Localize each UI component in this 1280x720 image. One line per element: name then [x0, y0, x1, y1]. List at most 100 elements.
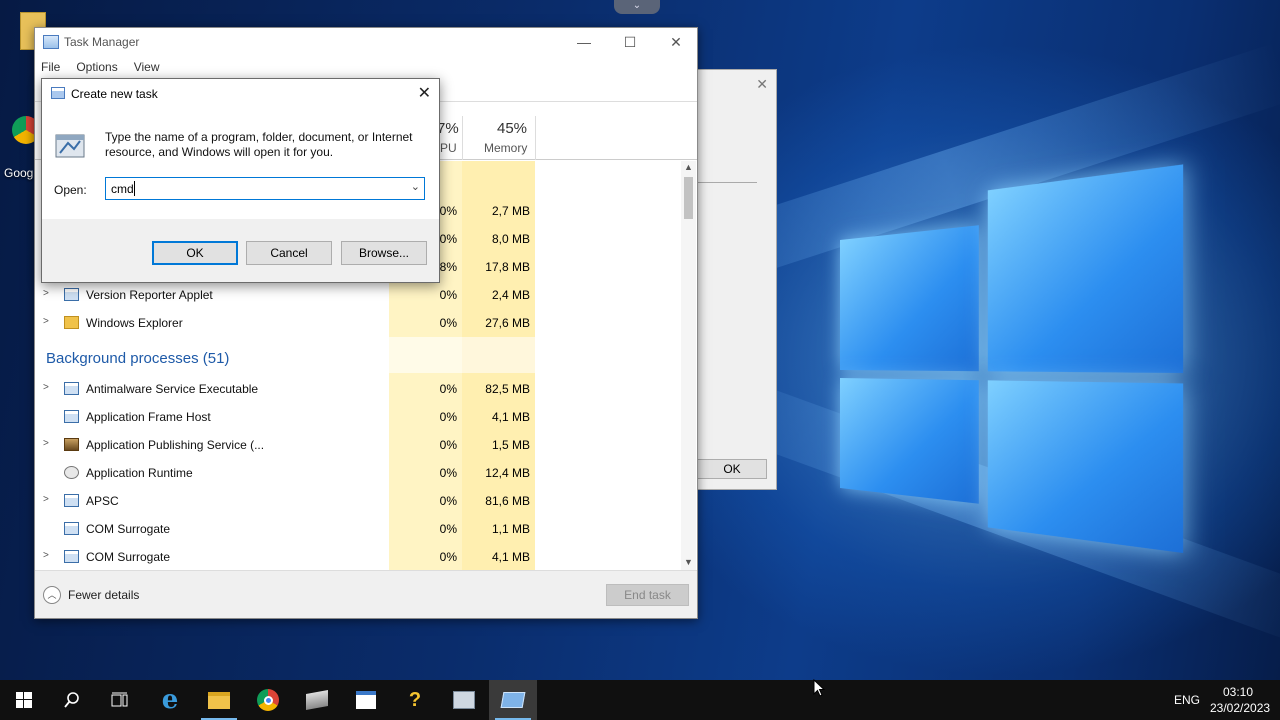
task-manager-taskbar-button[interactable] — [489, 680, 537, 720]
notepad-icon — [356, 691, 376, 709]
open-input-value[interactable]: cmd — [111, 182, 134, 196]
process-icon — [64, 382, 79, 395]
run-icon — [51, 87, 65, 99]
table-row[interactable]: > COM Surrogate 0% 4,1 MB — [35, 543, 683, 570]
memory-value: 81,6 MB — [462, 494, 530, 508]
table-row[interactable]: > Application Publishing Service (... 0%… — [35, 431, 683, 459]
memory-value: 8,0 MB — [462, 232, 530, 246]
ok-button[interactable]: OK — [697, 459, 767, 479]
task-manager-icon — [43, 35, 59, 49]
process-icon — [64, 522, 79, 535]
process-icon — [64, 494, 79, 507]
connection-bar-chevron-icon[interactable]: ⌄ — [614, 0, 660, 14]
notepad-button[interactable] — [342, 680, 390, 720]
file-explorer-icon — [208, 692, 230, 709]
process-icon — [64, 410, 79, 423]
menu-file[interactable]: File — [41, 56, 68, 78]
expand-chevron-icon[interactable]: > — [43, 550, 49, 561]
edge-icon: e — [162, 685, 179, 715]
browse-button[interactable]: Browse... — [341, 241, 427, 265]
close-icon[interactable]: ✕ — [418, 83, 431, 103]
memory-value: 12,4 MB — [462, 466, 530, 480]
memory-column-percent[interactable]: 45% — [497, 120, 527, 137]
table-row[interactable]: > Antimalware Service Executable 0% 82,5… — [35, 375, 683, 403]
process-name: COM Surrogate — [86, 522, 170, 536]
maximize-button[interactable]: ☐ — [607, 30, 653, 54]
minimize-button[interactable]: — — [561, 30, 607, 54]
process-name: Application Publishing Service (... — [86, 438, 264, 452]
applet-icon — [64, 288, 79, 301]
cpu-value: 0% — [389, 316, 457, 330]
start-button[interactable] — [0, 680, 48, 720]
open-combobox[interactable]: cmd ⌄ — [105, 177, 425, 200]
cpu-column-label[interactable]: PU — [440, 141, 457, 155]
process-name: Application Frame Host — [86, 410, 211, 424]
mouse-cursor-icon — [813, 679, 825, 697]
table-row[interactable]: > Windows Explorer 0% 27,6 MB — [35, 309, 683, 337]
help-button[interactable]: ? — [391, 680, 439, 720]
desktop-folder-icon[interactable] — [0, 12, 30, 52]
memory-value: 17,8 MB — [462, 260, 530, 274]
scrollbar-thumb[interactable] — [684, 177, 693, 219]
expand-chevron-icon[interactable]: > — [43, 316, 49, 327]
end-task-button[interactable]: End task — [606, 584, 689, 606]
language-indicator[interactable]: ENG — [1174, 693, 1200, 707]
expand-chevron-icon[interactable]: > — [43, 494, 49, 505]
start-icon — [16, 692, 32, 708]
expand-chevron-icon[interactable]: > — [43, 382, 49, 393]
dialog-title-bar[interactable]: Create new task ✕ — [42, 79, 439, 109]
file-explorer-button[interactable] — [195, 680, 243, 720]
chevron-down-icon[interactable]: ⌄ — [411, 180, 420, 193]
text-caret — [134, 181, 135, 196]
scroll-down-icon[interactable]: ▼ — [683, 557, 694, 569]
dialog-title: Create new task — [71, 87, 158, 101]
expand-chevron-icon[interactable]: > — [43, 438, 49, 449]
close-icon[interactable]: ✕ — [756, 76, 768, 93]
table-row[interactable]: > Version Reporter Applet 0% 2,4 MB — [35, 281, 683, 309]
menu-view[interactable]: View — [134, 56, 168, 78]
group-header-row: Background processes (51) — [35, 337, 683, 373]
cpu-value: 0% — [389, 288, 457, 302]
table-row[interactable]: Application Runtime 0% 12,4 MB — [35, 459, 683, 487]
menu-bar: File Options View — [35, 56, 697, 78]
control-panel-icon — [453, 691, 475, 709]
search-button[interactable] — [48, 680, 96, 720]
edge-button[interactable]: e — [146, 680, 194, 720]
cpu-value: 0% — [389, 382, 457, 396]
process-icon — [64, 550, 79, 563]
open-label: Open: — [54, 183, 87, 197]
process-name: Application Runtime — [86, 466, 193, 480]
memory-value: 1,5 MB — [462, 438, 530, 452]
task-view-button[interactable] — [96, 680, 144, 720]
menu-options[interactable]: Options — [76, 56, 125, 78]
table-row[interactable]: > APSC 0% 81,6 MB — [35, 487, 683, 515]
cancel-button[interactable]: Cancel — [246, 241, 332, 265]
fewer-details-button[interactable]: Fewer details — [68, 588, 139, 602]
windows-logo — [840, 164, 1186, 556]
expand-chevron-icon[interactable]: > — [43, 288, 49, 299]
close-button[interactable]: ✕ — [653, 30, 699, 54]
control-panel-button[interactable] — [440, 680, 488, 720]
server-manager-button[interactable] — [293, 680, 341, 720]
chrome-button[interactable] — [244, 680, 292, 720]
table-row[interactable]: Application Frame Host 0% 4,1 MB — [35, 403, 683, 431]
search-icon — [63, 691, 81, 709]
ok-button[interactable]: OK — [152, 241, 238, 265]
memory-value: 2,4 MB — [462, 288, 530, 302]
vertical-scrollbar[interactable]: ▲ ▼ — [681, 161, 696, 570]
dialog-description: Type the name of a program, folder, docu… — [105, 130, 425, 160]
scroll-up-icon[interactable]: ▲ — [683, 162, 694, 174]
task-view-icon — [111, 692, 129, 708]
clock[interactable]: 03:10 23/02/2023 — [1210, 684, 1266, 716]
cpu-value: 0% — [389, 466, 457, 480]
publishing-icon — [64, 438, 79, 451]
background-processes-header[interactable]: Background processes (51) — [46, 350, 229, 367]
task-manager-icon — [501, 692, 526, 708]
cpu-column-percent[interactable]: 7% — [437, 120, 459, 137]
title-bar[interactable]: Task Manager — ☐ ✕ — [35, 28, 697, 56]
clock-time: 03:10 — [1210, 684, 1266, 700]
table-row[interactable]: COM Surrogate 0% 1,1 MB — [35, 515, 683, 543]
desktop-icon-label: Goog — [4, 166, 33, 180]
memory-column-label[interactable]: Memory — [484, 141, 527, 155]
chevron-up-icon[interactable]: ︿ — [43, 586, 61, 604]
